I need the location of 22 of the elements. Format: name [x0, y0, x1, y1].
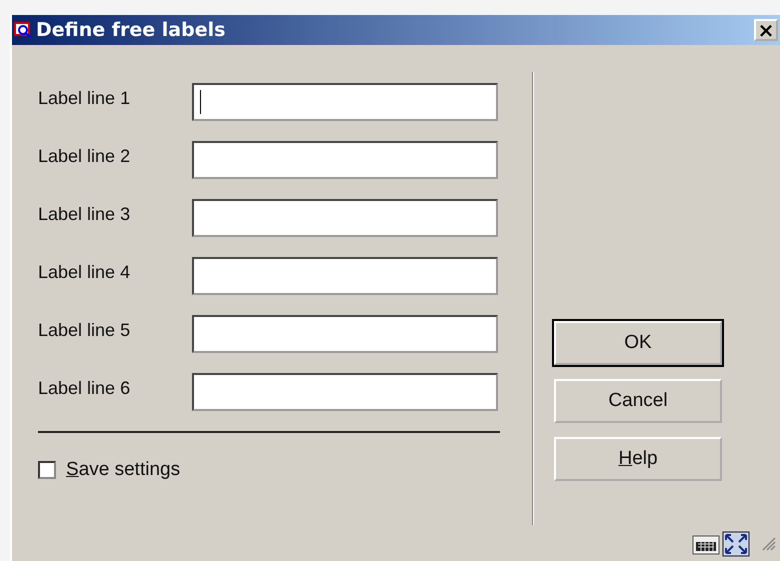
field-label: Label line 6 — [38, 378, 132, 398]
input-field[interactable] — [192, 141, 498, 179]
dialog-button[interactable]: Cancel — [554, 379, 722, 423]
field-label: Label line 4 — [38, 262, 132, 282]
checkbox-label[interactable]: Save settings — [66, 459, 180, 481]
dialog-button[interactable]: OK — [554, 321, 722, 365]
input-field[interactable] — [192, 199, 498, 237]
field-label: Label line 5 — [38, 320, 132, 340]
field-label: Label line 3 — [38, 204, 132, 224]
input-field[interactable] — [192, 315, 498, 353]
field-label: Label line 1 — [38, 88, 132, 108]
close-button[interactable]: × — [754, 19, 778, 41]
checkbox[interactable] — [38, 461, 56, 479]
input-field[interactable] — [192, 83, 498, 121]
field-label: Label line 2 — [38, 146, 132, 166]
resize-grip-icon[interactable] — [762, 537, 776, 551]
input-field[interactable] — [192, 257, 498, 295]
dialog-button[interactable]: Help — [554, 437, 722, 481]
window-title: Define free labels — [36, 19, 226, 41]
expand-icon — [722, 531, 750, 557]
app-icon — [14, 21, 32, 39]
input-field[interactable] — [192, 373, 498, 411]
